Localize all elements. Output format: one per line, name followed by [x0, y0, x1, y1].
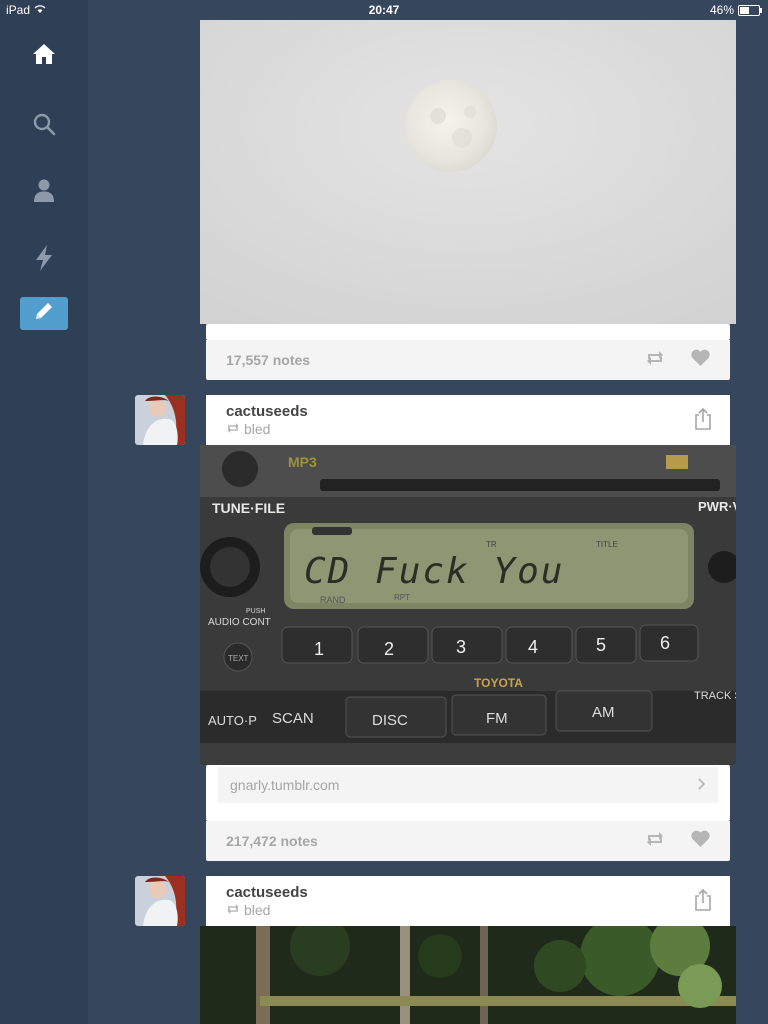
- radio-label-rpt: RPT: [394, 593, 410, 602]
- radio-label-mp3: MP3: [288, 454, 317, 470]
- like-heart-icon[interactable]: [691, 830, 710, 852]
- share-icon[interactable]: [694, 888, 712, 916]
- source-url[interactable]: gnarly.tumblr.com: [230, 777, 339, 793]
- reblog-attribution: bled: [226, 421, 710, 437]
- search-icon: [32, 112, 56, 136]
- post-username[interactable]: cactuseeds: [226, 884, 710, 901]
- sidebar-item-account[interactable]: [0, 170, 88, 210]
- radio-label-rand: RAND: [320, 595, 346, 605]
- preset-1: 1: [314, 639, 324, 659]
- reblog-icon[interactable]: [645, 831, 665, 852]
- radio-label-am: AM: [592, 704, 615, 721]
- source-link[interactable]: gnarly.tumblr.com: [218, 767, 718, 803]
- post-footer: 217,472 notes: [206, 821, 730, 861]
- status-bar: iPad 20:47 46%: [0, 0, 768, 20]
- post-photo-forest[interactable]: [200, 926, 736, 1024]
- post-username[interactable]: cactuseeds: [226, 403, 710, 420]
- preset-6: 6: [660, 633, 670, 653]
- lightning-icon: [35, 245, 53, 271]
- radio-display-text: CD Fuck You: [304, 551, 564, 592]
- sidebar-item-home[interactable]: [0, 34, 88, 74]
- radio-label-scan: SCAN: [272, 710, 314, 727]
- preset-2: 2: [384, 639, 394, 659]
- reblogged-from[interactable]: bled: [244, 421, 270, 437]
- post-footer: 17,557 notes: [206, 340, 730, 380]
- post-body: [206, 324, 730, 340]
- post-header: cactuseeds bled: [206, 876, 730, 926]
- notes-count[interactable]: 17,557 notes: [226, 352, 310, 368]
- avatar[interactable]: [135, 395, 185, 445]
- reblog-small-icon: [226, 902, 240, 918]
- clock: 20:47: [368, 3, 400, 17]
- reblog-small-icon: [226, 421, 240, 437]
- radio-label-fm: FM: [486, 710, 508, 727]
- post-photo-moon[interactable]: [200, 20, 736, 324]
- notes-count[interactable]: 217,472 notes: [226, 833, 318, 849]
- battery-percent: 46%: [709, 3, 734, 17]
- radio-label-title: TITLE: [596, 540, 618, 549]
- radio-label-tune-file: TUNE·FILE: [212, 500, 285, 516]
- reblog-attribution: bled: [226, 902, 710, 918]
- radio-label-audio-cont: AUDIO CONT: [208, 617, 271, 628]
- like-heart-icon[interactable]: [691, 349, 710, 371]
- preset-3: 3: [456, 637, 466, 657]
- radio-label-tr: TR: [486, 540, 497, 549]
- pencil-icon: [33, 300, 55, 327]
- compose-button[interactable]: [20, 297, 68, 330]
- radio-label-auto-p: AUTO·P: [208, 713, 257, 728]
- radio-label-pwr: PWR·V: [698, 499, 736, 514]
- reblog-icon[interactable]: [645, 350, 665, 371]
- preset-4: 4: [528, 637, 538, 657]
- reblogged-from[interactable]: bled: [244, 902, 270, 918]
- preset-5: 5: [596, 635, 606, 655]
- share-icon[interactable]: [694, 407, 712, 435]
- post-header: cactuseeds bled: [206, 395, 730, 445]
- battery-icon: [738, 4, 762, 16]
- radio-brand: TOYOTA: [474, 676, 523, 690]
- dashboard-feed[interactable]: 17,557 notes cactuseeds bled MP3 TUNE·FI…: [88, 0, 768, 1024]
- sidebar-item-activity[interactable]: [0, 238, 88, 278]
- sidebar-item-search[interactable]: [0, 104, 88, 144]
- user-icon: [33, 178, 55, 202]
- radio-label-push: PUSH: [246, 608, 265, 615]
- home-icon: [32, 42, 56, 66]
- radio-label-track-seek: TRACK SEEK: [694, 690, 736, 702]
- post-photo-radio[interactable]: MP3 TUNE·FILE PWR·V PUSH AUDIO CONT TEXT…: [200, 445, 736, 765]
- avatar[interactable]: [135, 876, 185, 926]
- radio-label-disc: DISC: [372, 712, 408, 729]
- chevron-right-icon: [698, 777, 706, 793]
- sidebar: [0, 0, 88, 1024]
- radio-label-text: TEXT: [228, 654, 249, 663]
